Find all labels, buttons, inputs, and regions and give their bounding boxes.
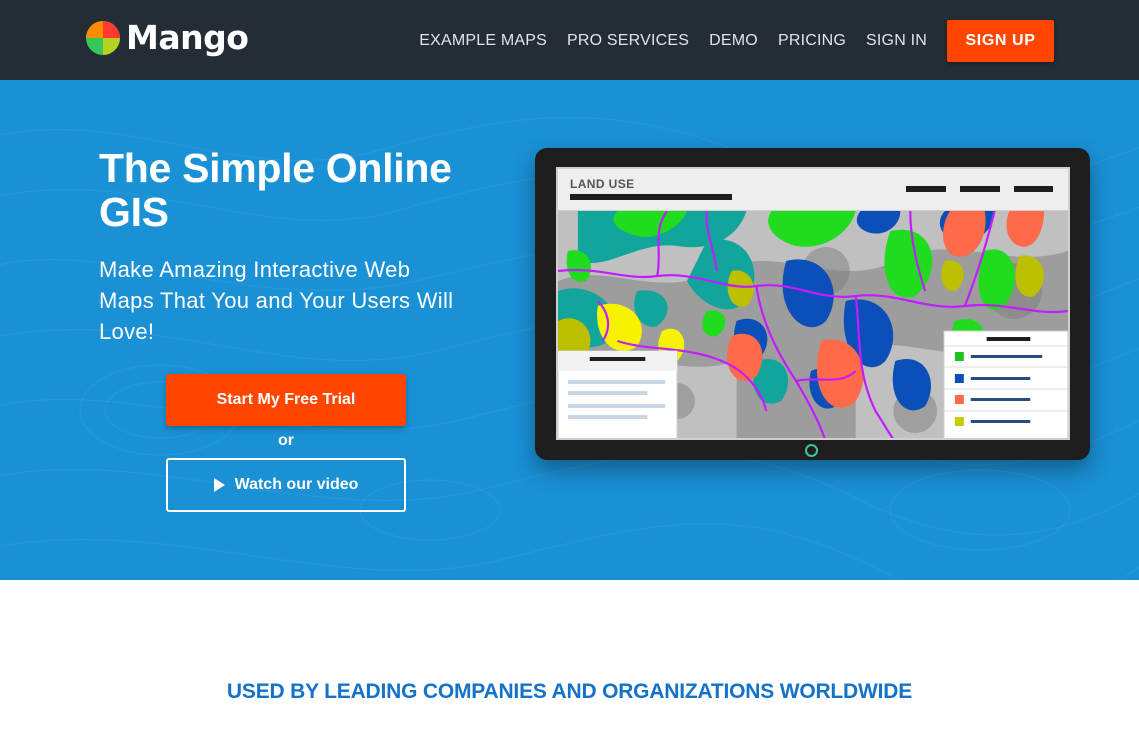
- nav-example-maps[interactable]: EXAMPLE MAPS: [419, 32, 547, 50]
- top-navbar: Mango EXAMPLE MAPS PRO SERVICES DEMO PRI…: [0, 0, 1139, 80]
- mango-logo-icon: [86, 21, 120, 55]
- nav-demo[interactable]: DEMO: [709, 32, 758, 50]
- hero-subtitle: Make Amazing Interactive Web Maps That Y…: [99, 257, 454, 344]
- tablet-mockup: LAND USE: [535, 148, 1090, 460]
- map-app-header-decor: [570, 186, 1053, 200]
- mango-logo[interactable]: Mango: [85, 18, 249, 57]
- main-nav: EXAMPLE MAPS PRO SERVICES DEMO PRICING S…: [399, 20, 1054, 62]
- play-icon: [213, 478, 225, 492]
- hero-title: The Simple Online GIS: [99, 145, 452, 235]
- tablet-screen: LAND USE: [556, 167, 1070, 440]
- map-info-card: [558, 350, 678, 438]
- watch-video-button[interactable]: Watch our video: [166, 458, 406, 512]
- nav-pro-services[interactable]: PRO SERVICES: [567, 32, 689, 50]
- map-app-header: LAND USE: [558, 169, 1068, 211]
- nav-sign-in[interactable]: SIGN IN: [866, 32, 927, 50]
- map-legend-card: [943, 330, 1068, 438]
- brand-name: Mango: [126, 18, 249, 57]
- tablet-home-button: [805, 444, 818, 457]
- hero-section: The Simple Online GIS Make Amazing Inter…: [0, 80, 1139, 580]
- start-free-trial-button[interactable]: Start My Free Trial: [166, 374, 406, 426]
- watch-video-label: Watch our video: [234, 476, 359, 493]
- sign-up-button[interactable]: SIGN UP: [947, 20, 1054, 62]
- land-use-map: [558, 211, 1068, 438]
- nav-pricing[interactable]: PRICING: [778, 32, 846, 50]
- companies-heading: USED BY LEADING COMPANIES AND ORGANIZATI…: [226, 680, 913, 703]
- or-separator: or: [278, 432, 294, 449]
